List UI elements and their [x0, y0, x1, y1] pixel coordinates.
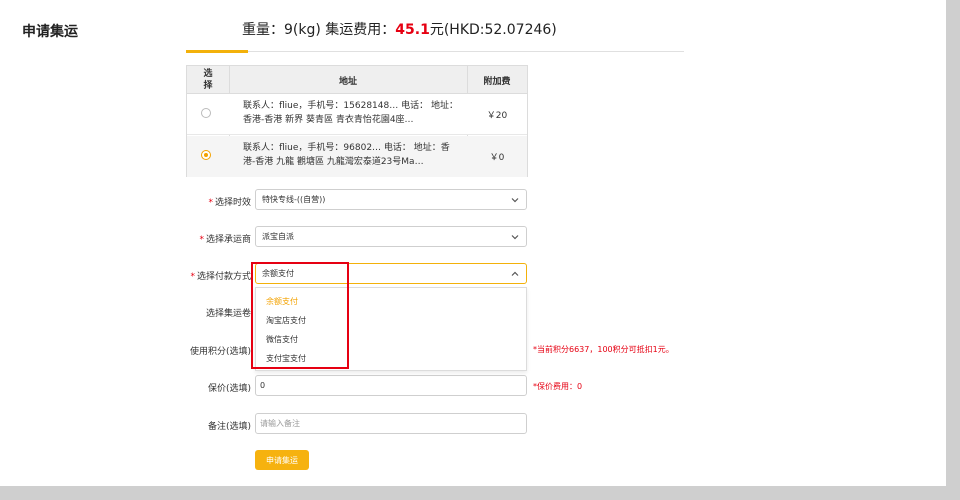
surcharge-cell: ￥20 [486, 111, 508, 121]
fee-label: 集运费用： [320, 22, 396, 38]
remark-label: 备注(选填) [207, 422, 251, 432]
insurance-label: 保价(选填) [207, 384, 251, 394]
insurance-field[interactable] [260, 381, 526, 390]
payment-option[interactable]: 余额支付 [256, 292, 526, 311]
payment-value: 余额支付 [262, 269, 294, 278]
chevron-up-icon [511, 271, 519, 276]
coupon-label: 选择集运卷 [205, 309, 251, 319]
address-row[interactable]: 联系人：fliue，手机号：15628148… 电话： 地址：香港-香港 新界 … [187, 94, 527, 135]
tab-indicator [186, 50, 248, 53]
timeliness-select[interactable]: 特快专线-((自营)) [255, 189, 527, 210]
divider [186, 51, 684, 52]
header-surcharge: 附加费 [483, 76, 511, 87]
points-label: 使用积分(选填) [189, 347, 251, 357]
carrier-label: * 选择承运商 [199, 235, 251, 245]
carrier-select[interactable]: 派宝自派 [255, 226, 527, 247]
payment-dropdown: 余额支付 淘宝店支付 微信支付 支付宝支付 [255, 287, 527, 371]
fee-value: 45.1 [395, 22, 430, 38]
insurance-note: *保价费用：0 [533, 382, 583, 391]
weight-value: 9(kg) [284, 22, 321, 38]
address-radio[interactable] [201, 108, 211, 118]
payment-label: * 选择付款方式 [190, 272, 251, 282]
payment-option[interactable]: 微信支付 [256, 330, 526, 349]
insurance-input[interactable] [255, 375, 527, 396]
points-note: *当前积分6637，100积分可抵扣1元。 [533, 345, 674, 354]
address-text: 联系人：fliue，手机号：96802… 电话： 地址：香港-香港 九龍 觀塘區… [243, 143, 450, 167]
timeliness-value: 特快专线-((自营)) [262, 195, 326, 204]
surcharge-cell: ￥0 [489, 153, 505, 163]
weight-label: 重量： [242, 22, 284, 38]
carrier-value: 派宝自派 [262, 232, 294, 241]
header-select: 选择 [203, 69, 213, 91]
address-text: 联系人：fliue，手机号：15628148… 电话： 地址：香港-香港 新界 … [243, 101, 458, 125]
shipping-summary: 重量：9(kg) 集运费用：45.1元(HKD:52.07246) [242, 19, 557, 39]
header-address: 地址 [338, 76, 357, 87]
fee-suffix: 元(HKD:52.07246) [429, 22, 557, 38]
address-row[interactable]: 联系人：fliue，手机号：96802… 电话： 地址：香港-香港 九龍 觀塘區… [187, 136, 527, 177]
page: 申请集运 重量：9(kg) 集运费用：45.1元(HKD:52.07246) 选… [0, 0, 946, 486]
submit-button[interactable]: 申请集运 [255, 450, 309, 470]
remark-input[interactable] [255, 413, 527, 434]
timeliness-label: * 选择时效 [208, 198, 251, 208]
address-table-header: 选择 地址 附加费 [187, 66, 527, 94]
remark-field[interactable] [260, 419, 526, 428]
page-title: 申请集运 [22, 24, 78, 40]
chevron-down-icon [511, 198, 519, 203]
payment-option[interactable]: 淘宝店支付 [256, 311, 526, 330]
payment-select[interactable]: 余额支付 [255, 263, 527, 284]
payment-option[interactable]: 支付宝支付 [256, 349, 526, 368]
address-radio-selected[interactable] [201, 150, 211, 160]
chevron-down-icon [511, 235, 519, 240]
address-table: 选择 地址 附加费 联系人：fliue，手机号：15628148… 电话： 地址… [186, 65, 528, 177]
